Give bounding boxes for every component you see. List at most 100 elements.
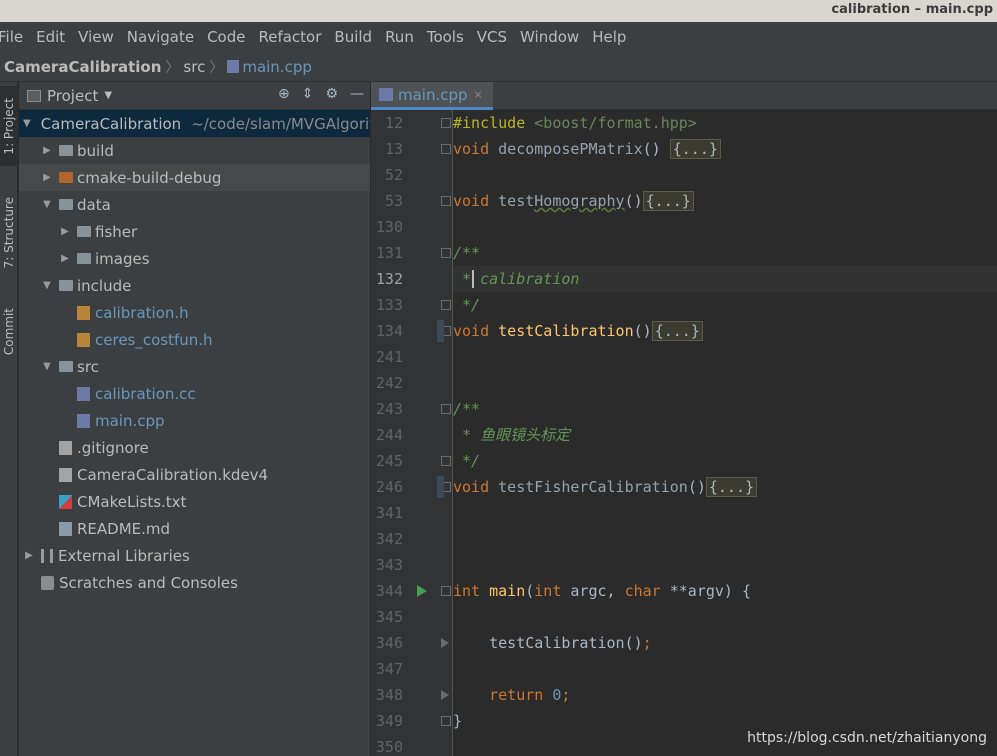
chevron-down-icon[interactable]: ▼ (104, 90, 112, 101)
line-number: 347 (375, 660, 403, 678)
header-file-icon (77, 332, 90, 347)
tree-item[interactable]: ▶ images (19, 245, 370, 272)
tab-project-label: 1: Project (2, 97, 16, 155)
menu-file[interactable]: File (0, 28, 23, 46)
tab-main-cpp[interactable]: main.cpp × (371, 82, 493, 110)
tree-item[interactable]: ▶ fisher (19, 218, 370, 245)
tree-item-label: .gitignore (77, 438, 149, 457)
folder-icon (59, 172, 73, 183)
text-file-icon (59, 440, 72, 455)
tab-label: main.cpp (398, 85, 468, 104)
hide-icon[interactable]: — (350, 86, 364, 102)
text-caret (472, 270, 474, 288)
project-tree: ▼ CameraCalibration ~/code/slam/MVGAlgorit… (19, 110, 370, 596)
fold-marker-icon[interactable] (441, 196, 451, 206)
tree-item[interactable]: CMakeLists.txt (19, 488, 370, 515)
tree-item-label: CameraCalibration.kdev4 (77, 465, 269, 484)
close-icon[interactable]: × (474, 88, 483, 101)
chevron-right-icon[interactable]: ▶ (41, 145, 53, 156)
menu-build[interactable]: Build (334, 28, 372, 46)
code-line: void testFisherCalibration() {...} (453, 474, 997, 500)
folder-icon (59, 199, 73, 210)
cpp-file-icon (77, 413, 90, 428)
menu-bar: File Edit View Navigate Code Refactor Bu… (0, 22, 997, 52)
tree-item[interactable]: ▼ CameraCalibration ~/code/slam/MVGAlgorit (19, 110, 370, 137)
tree-item[interactable]: ▼ src (19, 353, 370, 380)
fold-marker-icon[interactable] (441, 248, 451, 258)
fold-marker-icon[interactable] (441, 118, 451, 128)
breadcrumb-folder[interactable]: src (183, 58, 205, 76)
fold-marker-icon[interactable] (441, 300, 451, 310)
project-panel-title[interactable]: Project (47, 87, 98, 105)
chevron-down-icon[interactable]: ▼ (41, 280, 53, 291)
tree-item[interactable]: ▶ build (19, 137, 370, 164)
line-number: 344 (375, 582, 403, 600)
tree-item[interactable]: calibration.cc (19, 380, 370, 407)
tree-item[interactable]: main.cpp (19, 407, 370, 434)
fold-marker-icon[interactable] (441, 716, 451, 726)
menu-code[interactable]: Code (207, 28, 245, 46)
menu-edit[interactable]: Edit (36, 28, 65, 46)
menu-window[interactable]: Window (520, 28, 579, 46)
menu-view[interactable]: View (78, 28, 114, 46)
run-icon[interactable] (417, 585, 427, 597)
line-number: 13 (384, 140, 403, 158)
tab-commit[interactable]: Commit (0, 297, 18, 367)
project-view-icon (27, 89, 41, 102)
chevron-down-icon[interactable]: ▼ (23, 118, 31, 129)
window-title: calibration – main.cpp (831, 2, 993, 17)
fold-marker-icon[interactable] (441, 586, 451, 596)
tab-structure[interactable]: 7: Structure (0, 187, 18, 279)
fold-marker-icon[interactable] (441, 638, 449, 648)
line-number: 244 (375, 426, 403, 444)
chevron-right-icon[interactable]: ▶ (59, 226, 71, 237)
menu-navigate[interactable]: Navigate (127, 28, 194, 46)
tree-item-label: CMakeLists.txt (77, 492, 187, 511)
menu-tools[interactable]: Tools (427, 28, 464, 46)
tree-item-label: Scratches and Consoles (59, 573, 238, 592)
fold-marker-icon[interactable] (441, 404, 451, 414)
menu-vcs[interactable]: VCS (477, 28, 507, 46)
line-number: 345 (375, 608, 403, 626)
tree-item[interactable]: ▶ cmake-build-debug (19, 164, 370, 191)
fold-marker-icon[interactable] (441, 690, 449, 700)
menu-run[interactable]: Run (385, 28, 414, 46)
tree-item[interactable]: README.md (19, 515, 370, 542)
tree-item[interactable]: ▼ data (19, 191, 370, 218)
editor: main.cpp × 12 13 52 53 130 131 132 133 134 241 242… (371, 82, 997, 756)
tree-item-label: data (77, 195, 111, 214)
line-number: 341 (375, 504, 403, 522)
line-number: 343 (375, 556, 403, 574)
line-number: 52 (384, 166, 403, 184)
breadcrumb-file[interactable]: main.cpp (242, 58, 312, 76)
tree-item-label: README.md (77, 519, 171, 538)
chevron-down-icon[interactable]: ▼ (41, 199, 53, 210)
fold-marker-icon[interactable] (441, 144, 451, 154)
chevron-right-icon[interactable]: ▶ (59, 253, 71, 264)
gear-icon[interactable]: ⚙ (325, 86, 338, 102)
menu-refactor[interactable]: Refactor (258, 28, 321, 46)
tree-item[interactable]: Scratches and Consoles (19, 569, 370, 596)
cpp-file-icon (77, 386, 90, 401)
tree-item[interactable]: calibration.h (19, 299, 370, 326)
locate-icon[interactable]: ⊕ (278, 86, 290, 102)
collapse-all-icon[interactable]: ⇕ (302, 86, 314, 102)
menu-help[interactable]: Help (592, 28, 626, 46)
tree-item[interactable]: CameraCalibration.kdev4 (19, 461, 370, 488)
chevron-down-icon[interactable]: ▼ (41, 361, 53, 372)
tab-project[interactable]: 1: Project (0, 86, 18, 166)
tree-item[interactable]: ▶ External Libraries (19, 542, 370, 569)
chevron-right-icon[interactable]: ▶ (23, 550, 35, 561)
scratches-icon (41, 575, 54, 590)
line-number-gutter[interactable]: 12 13 52 53 130 131 132 133 134 241 242 243 244 245 24… (371, 110, 453, 756)
tree-item[interactable]: .gitignore (19, 434, 370, 461)
code-area[interactable]: #include <boost/format.hpp> void decompos… (453, 110, 997, 756)
tree-item[interactable]: ceres_costfun.h (19, 326, 370, 353)
line-number: 131 (375, 244, 403, 262)
tree-item-label: fisher (95, 222, 138, 241)
tree-item[interactable]: ▼ include (19, 272, 370, 299)
breadcrumb-project[interactable]: CameraCalibration (4, 58, 161, 76)
chevron-right-icon[interactable]: ▶ (41, 172, 53, 183)
fold-marker-icon[interactable] (441, 456, 451, 466)
